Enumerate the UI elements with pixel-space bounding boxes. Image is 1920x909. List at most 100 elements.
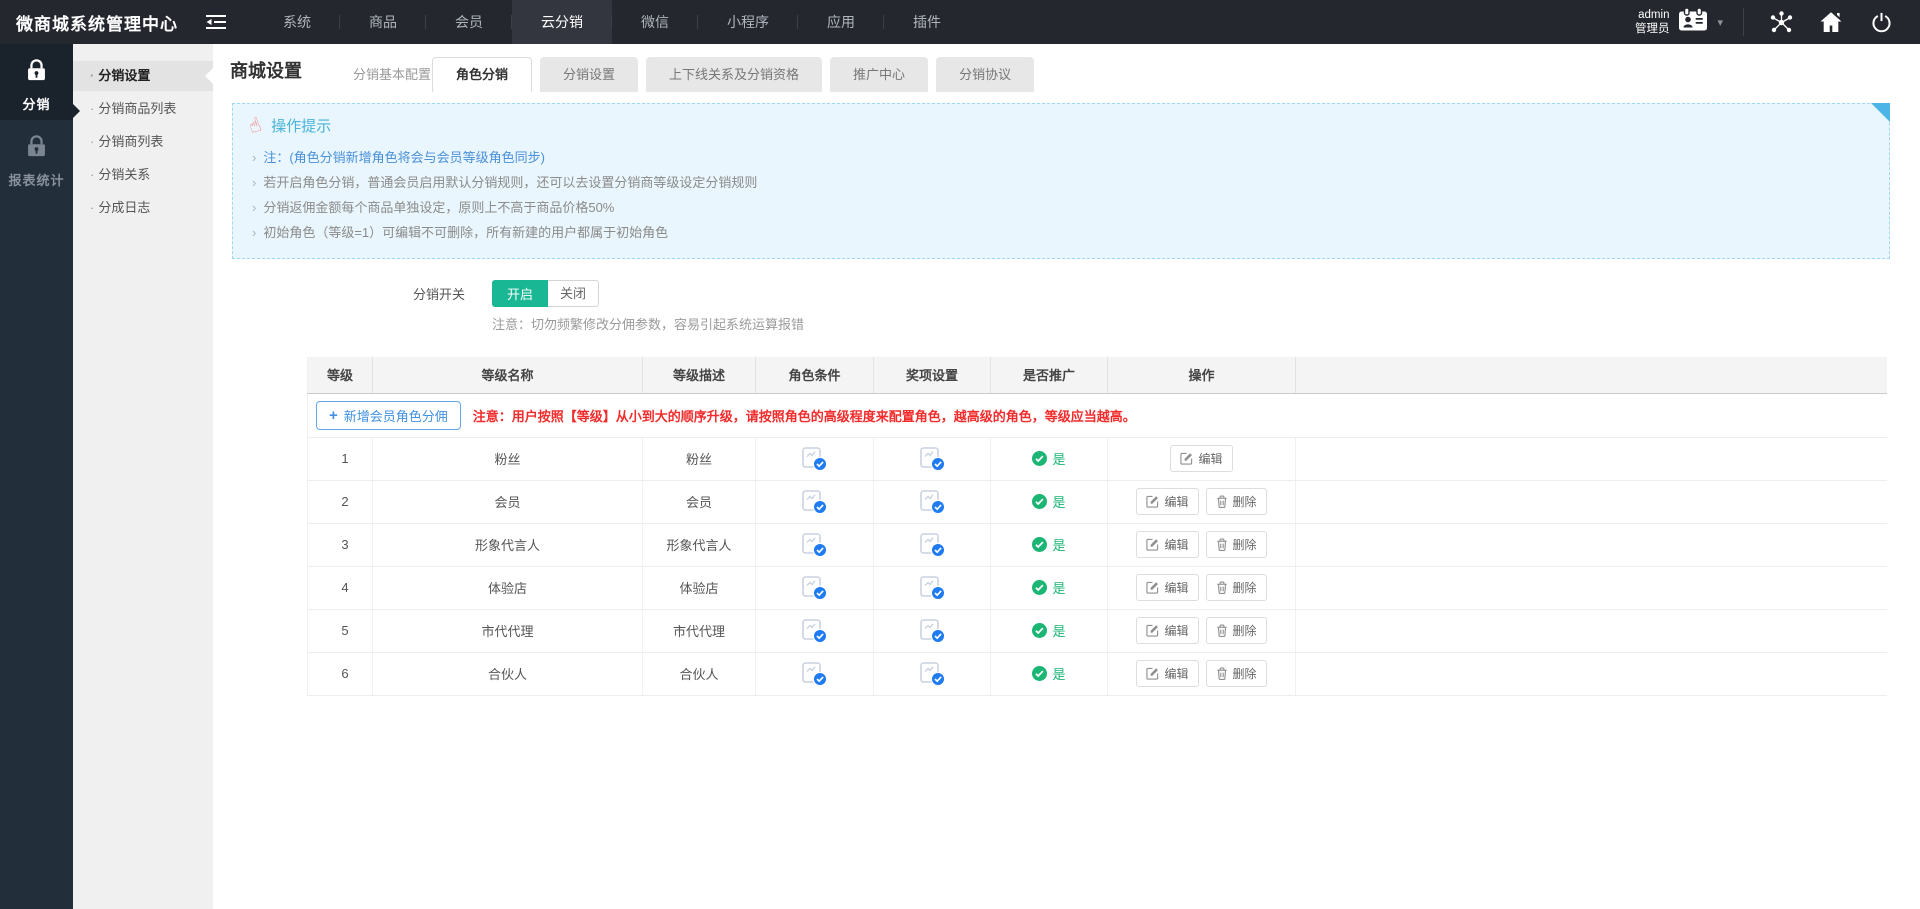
id-card-icon [1678, 7, 1708, 37]
level-cell: 6 [308, 652, 373, 695]
switch-note: 注意：切勿频繁修改分佣参数，容易引起系统运算报错 [492, 314, 1920, 333]
level-cell: 5 [308, 609, 373, 652]
edit-button[interactable]: 编辑 [1136, 531, 1198, 558]
tab-2[interactable]: 上下线关系及分销资格 [646, 57, 822, 92]
edit-check-icon[interactable] [919, 445, 946, 472]
edit-button[interactable]: 编辑 [1136, 488, 1198, 515]
trash-icon [1216, 538, 1228, 551]
chevron-down-icon: ▾ [1717, 16, 1723, 29]
delete-button[interactable]: 删除 [1206, 488, 1267, 515]
pencil-icon [1146, 667, 1159, 680]
edit-button[interactable]: 编辑 [1136, 660, 1198, 687]
edit-check-icon[interactable] [801, 660, 828, 687]
table-header: 等级 等级名称 等级描述 角色条件 奖项设置 是否推广 操作 [308, 357, 1888, 393]
col-role-condition: 角色条件 [756, 357, 874, 393]
promote-cell: 是 [991, 480, 1108, 523]
edit-check-icon[interactable] [801, 488, 828, 515]
nav-item-label: 应用 [827, 14, 855, 30]
edit-check-icon[interactable] [801, 531, 828, 558]
edit-check-icon[interactable] [801, 617, 828, 644]
sidebar-module-1[interactable]: 报表统计 [0, 120, 73, 196]
level-name-cell: 粉丝 [373, 437, 643, 480]
reward-setting-cell [874, 652, 991, 695]
topbar-nav-item-3[interactable]: 云分销 [512, 0, 612, 44]
edit-check-icon[interactable] [801, 445, 828, 472]
corner-fold-icon [1871, 103, 1890, 122]
switch-on-button[interactable]: 开启 [492, 280, 548, 307]
edit-button[interactable]: 编辑 [1136, 574, 1198, 601]
submenu-item-1[interactable]: ·分销商品列表 [73, 94, 213, 124]
submenu-item-label: 分成日志 [98, 200, 150, 215]
submenu-item-2[interactable]: ·分销商列表 [73, 127, 213, 157]
topbar-nav-item-0[interactable]: 系统 [254, 0, 340, 44]
submenu-item-0[interactable]: ·分销设置 [73, 61, 213, 91]
level-name-cell: 形象代言人 [373, 523, 643, 566]
blank-cell [1296, 566, 1888, 609]
tip-arrow-icon: › [252, 150, 256, 165]
collapse-menu-icon[interactable] [204, 13, 228, 31]
power-icon[interactable] [1864, 5, 1898, 39]
pencil-icon [1146, 624, 1159, 637]
tip-arrow-icon: › [252, 200, 256, 215]
edit-label: 编辑 [1164, 665, 1188, 682]
module-rail: 分销 报表统计 [0, 44, 73, 909]
edit-button[interactable]: 编辑 [1136, 617, 1198, 644]
submenu-item-label: 分销设置 [98, 68, 150, 83]
delete-button[interactable]: 删除 [1206, 660, 1267, 687]
submenu-item-4[interactable]: ·分成日志 [73, 193, 213, 223]
edit-label: 编辑 [1164, 622, 1188, 639]
promote-cell: 是 [991, 609, 1108, 652]
edit-check-icon[interactable] [919, 660, 946, 687]
tip-arrow-icon: › [252, 225, 256, 240]
col-level: 等级 [308, 357, 373, 393]
table-row: 4 体验店 体验店 [308, 566, 1888, 609]
submenu-item-3[interactable]: ·分销关系 [73, 160, 213, 190]
home-icon[interactable] [1814, 5, 1848, 39]
tip-item: ›分销返佣金额每个商品单独设定，原则上不高于商品价格50% [249, 195, 1873, 220]
switch-off-button[interactable]: 关闭 [548, 280, 599, 307]
topbar-nav-item-1[interactable]: 商品 [340, 0, 426, 44]
delete-button[interactable]: 删除 [1206, 617, 1267, 644]
edit-button[interactable]: 编辑 [1170, 445, 1232, 472]
tab-4[interactable]: 分销协议 [936, 57, 1034, 92]
level-desc-cell: 体验店 [643, 566, 756, 609]
level-name-cell: 合伙人 [373, 652, 643, 695]
role-condition-cell [756, 652, 874, 695]
topbar-nav-item-6[interactable]: 应用 [798, 0, 884, 44]
edit-label: 编辑 [1164, 493, 1188, 510]
operations-cell: 编辑 删除 [1108, 566, 1296, 609]
promote-cell: 是 [991, 523, 1108, 566]
user-name: admin [1635, 8, 1670, 22]
tip-arrow-icon: › [252, 175, 256, 190]
delete-button[interactable]: 删除 [1206, 531, 1267, 558]
topbar-nav-item-2[interactable]: 会员 [426, 0, 512, 44]
lock-icon [23, 133, 50, 160]
main-content: 商城设置 分销基本配置 角色分销 分销设置 上下线关系及分销资格 推广中心 分销… [213, 44, 1920, 909]
tab-1[interactable]: 分销设置 [540, 57, 638, 92]
table-row: 3 形象代言人 形象代言人 [308, 523, 1888, 566]
edit-check-icon[interactable] [801, 574, 828, 601]
edit-check-icon[interactable] [919, 488, 946, 515]
topbar-nav-item-5[interactable]: 小程序 [698, 0, 798, 44]
add-role-button[interactable]: + 新增会员角色分佣 [316, 401, 461, 430]
promote-cell: 是 [991, 437, 1108, 480]
level-desc-cell: 会员 [643, 480, 756, 523]
delete-button[interactable]: 删除 [1206, 574, 1267, 601]
tab-0[interactable]: 角色分销 [432, 57, 532, 92]
check-circle-icon [1032, 580, 1047, 595]
pencil-icon [1146, 581, 1159, 594]
tab-3[interactable]: 推广中心 [830, 57, 928, 92]
topbar-nav-item-4[interactable]: 微信 [612, 0, 698, 44]
table-row: 1 粉丝 粉丝 [308, 437, 1888, 480]
edit-check-icon[interactable] [919, 617, 946, 644]
user-menu[interactable]: admin 管理员 ▾ [1635, 7, 1723, 37]
table-notice: 注意：用户按照【等级】从小到大的顺序升级，请按照角色的高级程度来配置角色，越高级… [473, 406, 1136, 425]
topbar-nav-item-7[interactable]: 插件 [884, 0, 970, 44]
sidebar-module-0[interactable]: 分销 [0, 44, 73, 120]
edit-check-icon[interactable] [919, 531, 946, 558]
edit-check-icon[interactable] [919, 574, 946, 601]
delete-label: 删除 [1233, 493, 1257, 510]
level-name-cell: 市代代理 [373, 609, 643, 652]
share-network-icon[interactable] [1764, 5, 1798, 39]
distribution-switch-row: 分销开关 开启 关闭 [213, 280, 1920, 307]
